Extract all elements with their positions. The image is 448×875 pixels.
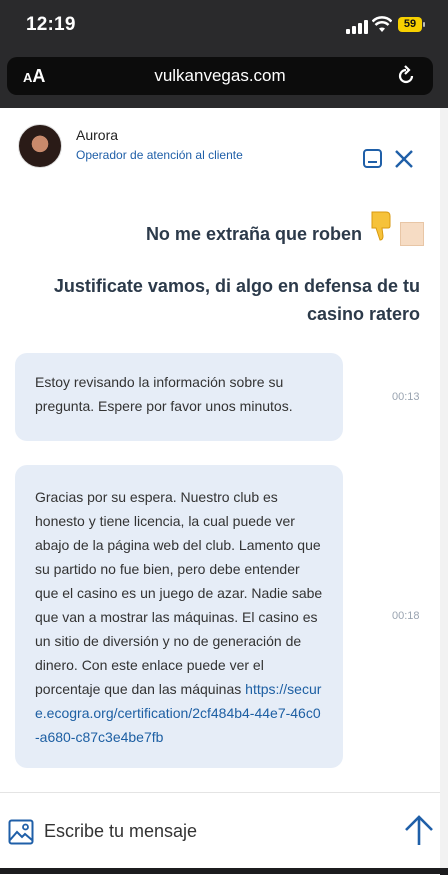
message-input[interactable]: Escribe tu mensaje [44, 821, 197, 842]
home-indicator-area [0, 868, 448, 874]
agent-role: Operador de atención al cliente [76, 148, 243, 162]
agent-name: Aurora [76, 127, 119, 143]
user-message: Justificate vamos, di algo en defensa de… [53, 276, 420, 324]
battery-cap [423, 22, 425, 27]
status-bar: 12:19 59 [0, 0, 448, 52]
url-text[interactable]: vulkanvegas.com [7, 66, 433, 86]
agent-message: Estoy revisando la información sobre su … [15, 353, 343, 441]
address-bar[interactable]: AA vulkanvegas.com [7, 57, 433, 95]
message-composer: Escribe tu mensaje [0, 792, 440, 875]
message-time: 00:13 [392, 391, 420, 403]
send-arrow-icon[interactable] [403, 815, 435, 847]
minimize-icon[interactable] [362, 148, 384, 170]
close-icon[interactable] [393, 148, 415, 170]
message-time: 00:18 [392, 610, 420, 622]
status-time: 12:19 [26, 14, 76, 35]
reload-icon[interactable] [394, 64, 418, 88]
chat-panel: Aurora Operador de atención al cliente N… [0, 108, 440, 875]
page-background [440, 108, 448, 874]
browser-toolbar: AA vulkanvegas.com [0, 52, 448, 108]
wifi-icon [372, 16, 392, 32]
skin-tone-swatch [400, 222, 424, 246]
user-message: No me extraña que roben [145, 224, 362, 244]
avatar [18, 124, 62, 168]
thumbs-down-emoji [371, 211, 391, 241]
battery-icon: 59 [398, 17, 422, 32]
chat-header: Aurora Operador de atención al cliente [0, 108, 440, 186]
image-icon[interactable] [8, 819, 34, 845]
signal-icon [346, 20, 368, 34]
agent-message: Gracias por su espera. Nuestro club es h… [15, 465, 343, 768]
